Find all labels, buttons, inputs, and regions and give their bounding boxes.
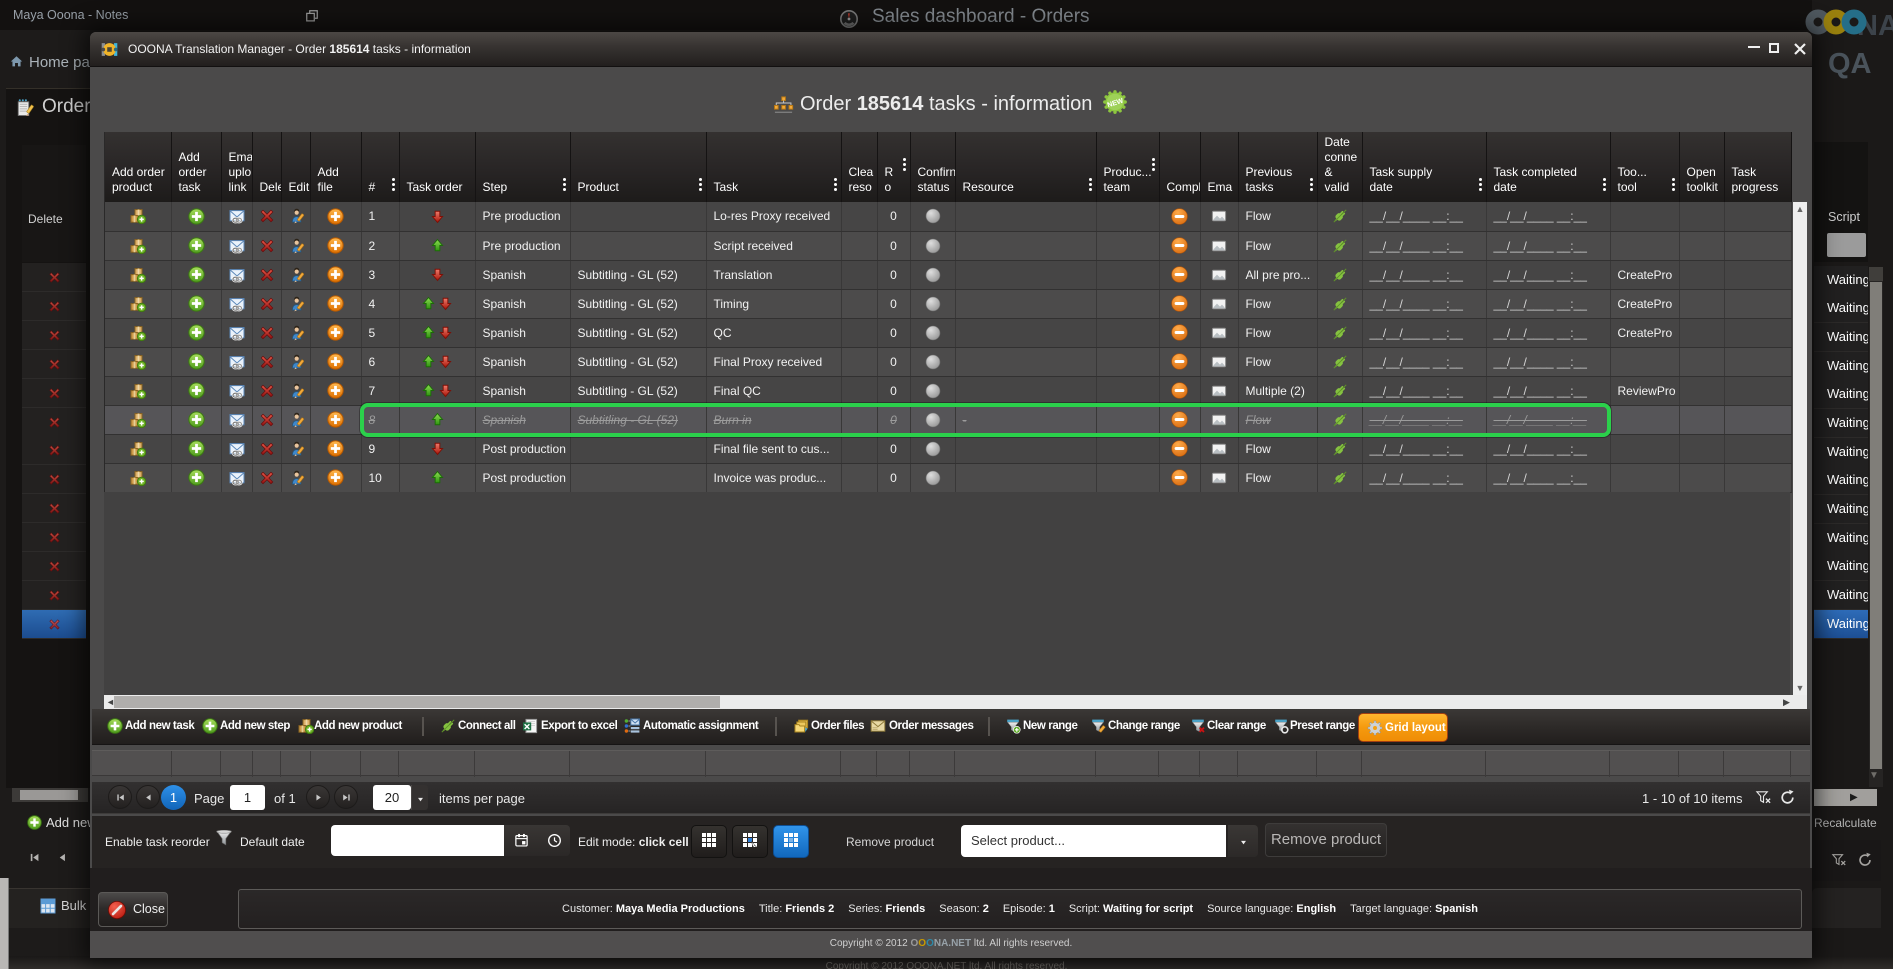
svg-text:QA: QA [1828,48,1872,79]
